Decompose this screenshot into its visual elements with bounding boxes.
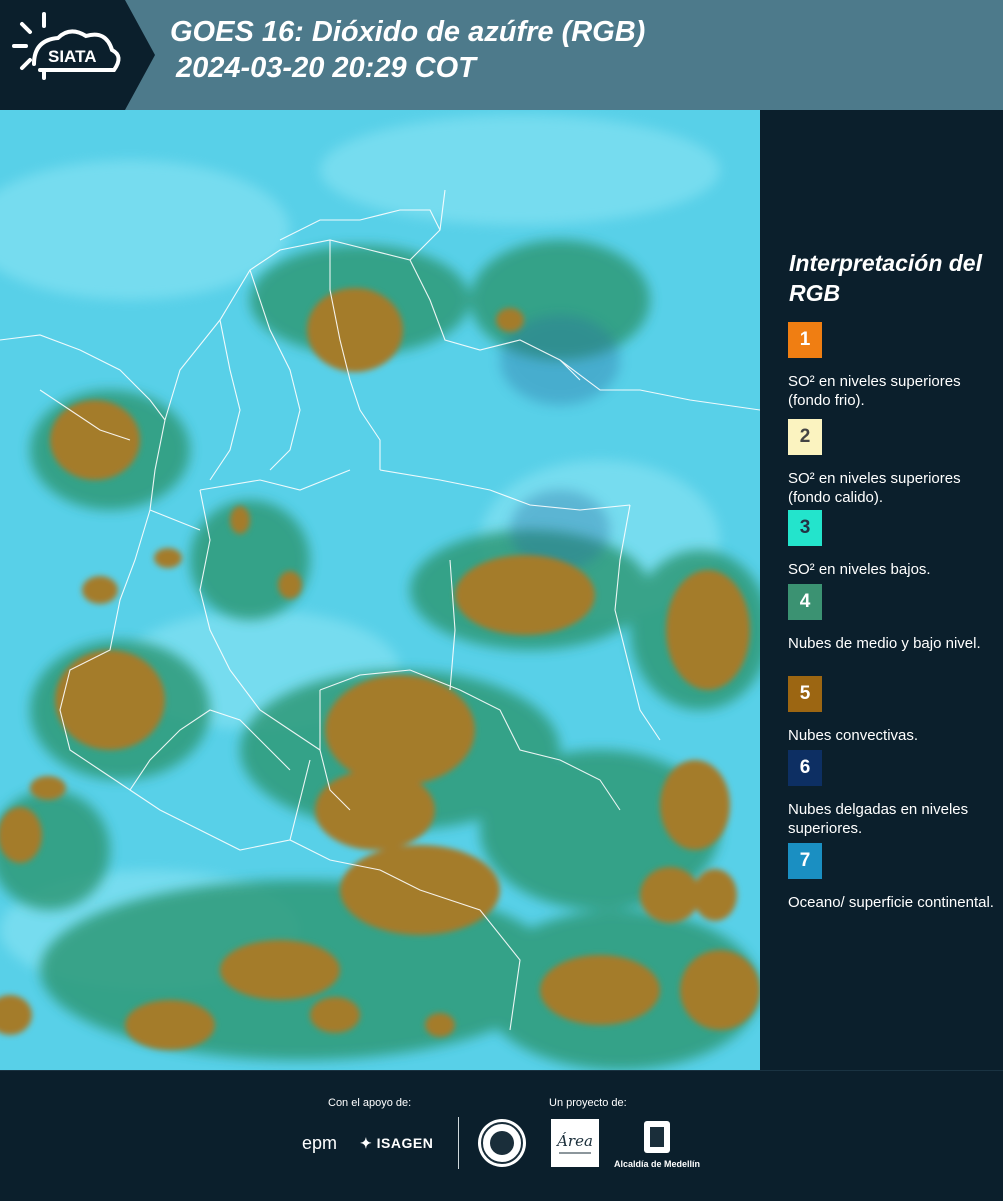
legend-swatch-3: 3	[788, 510, 822, 546]
legend-item-1: 1 SO² en niveles superiores (fondo frio)…	[788, 322, 998, 410]
alcaldia-logo: Alcaldía de Medellín	[612, 1119, 702, 1171]
header: SIATA GOES 16: Dióxido de azúfre (RGB) 2…	[0, 0, 1003, 110]
area-metropolitana-logo: Área	[551, 1119, 599, 1167]
title-line-1: GOES 16: Dióxido de azúfre (RGB)	[170, 16, 646, 48]
legend-item-5: 5 Nubes convectivas.	[788, 676, 998, 745]
alcaldia-text: Alcaldía de Medellín	[613, 1159, 701, 1169]
epm-logo: epm	[302, 1133, 338, 1153]
medellin-seal-icon	[478, 1119, 526, 1167]
legend-item-3: 3 SO² en niveles bajos.	[788, 510, 998, 579]
legend-text-5: Nubes convectivas.	[788, 727, 919, 744]
siata-logo-panel: SIATA	[0, 0, 155, 110]
legend-text-3: SO² en niveles bajos.	[788, 561, 931, 578]
support-label: Con el apoyo de:	[328, 1097, 412, 1109]
legend-item-7: 7 Oceano/ superficie continental.	[788, 843, 998, 912]
legend-text-6: Nubes delgadas en niveles superiores.	[788, 801, 969, 837]
isagen-text: ISAGEN	[376, 1135, 434, 1151]
footer: Con el apoyo de: Un proyecto de: epm ✦ I…	[0, 1070, 1003, 1201]
area-logo-text: Área	[555, 1132, 593, 1150]
legend-text-4: Nubes de medio y bajo nivel.	[788, 635, 981, 652]
legend-panel: Interpretación del RGB 1 SO² en niveles …	[760, 110, 1003, 1070]
satellite-map	[0, 110, 760, 1070]
project-label: Un proyecto de:	[549, 1097, 627, 1109]
siata-logo-text: SIATA	[48, 47, 96, 66]
legend-text-2: SO² en niveles superiores (fondo calido)…	[788, 470, 961, 506]
legend-swatch-6: 6	[788, 750, 822, 786]
page-title: GOES 16: Dióxido de azúfre (RGB) 2024-03…	[170, 14, 645, 86]
legend-text-1: SO² en niveles superiores (fondo frio).	[788, 373, 961, 409]
legend-text-7: Oceano/ superficie continental.	[788, 894, 994, 911]
legend-item-6: 6 Nubes delgadas en niveles superiores.	[788, 750, 998, 838]
alcaldia-shield-icon	[644, 1121, 670, 1153]
legend-item-4: 4 Nubes de medio y bajo nivel.	[788, 584, 998, 653]
legend-item-2: 2 SO² en niveles superiores (fondo calid…	[788, 419, 998, 507]
legend-title: Interpretación del RGB	[789, 250, 982, 306]
footer-divider	[458, 1117, 459, 1169]
legend-swatch-4: 4	[788, 584, 822, 620]
legend-swatch-1: 1	[788, 322, 822, 358]
legend-swatch-5: 5	[788, 676, 822, 712]
legend-swatch-2: 2	[788, 419, 822, 455]
title-line-2: 2024-03-20 20:29 COT	[176, 52, 476, 84]
satellite-rgb-map-icon	[0, 110, 760, 1070]
legend-swatch-7: 7	[788, 843, 822, 879]
isagen-logo: ✦ ISAGEN	[360, 1135, 433, 1152]
isagen-icon: ✦	[360, 1135, 377, 1151]
